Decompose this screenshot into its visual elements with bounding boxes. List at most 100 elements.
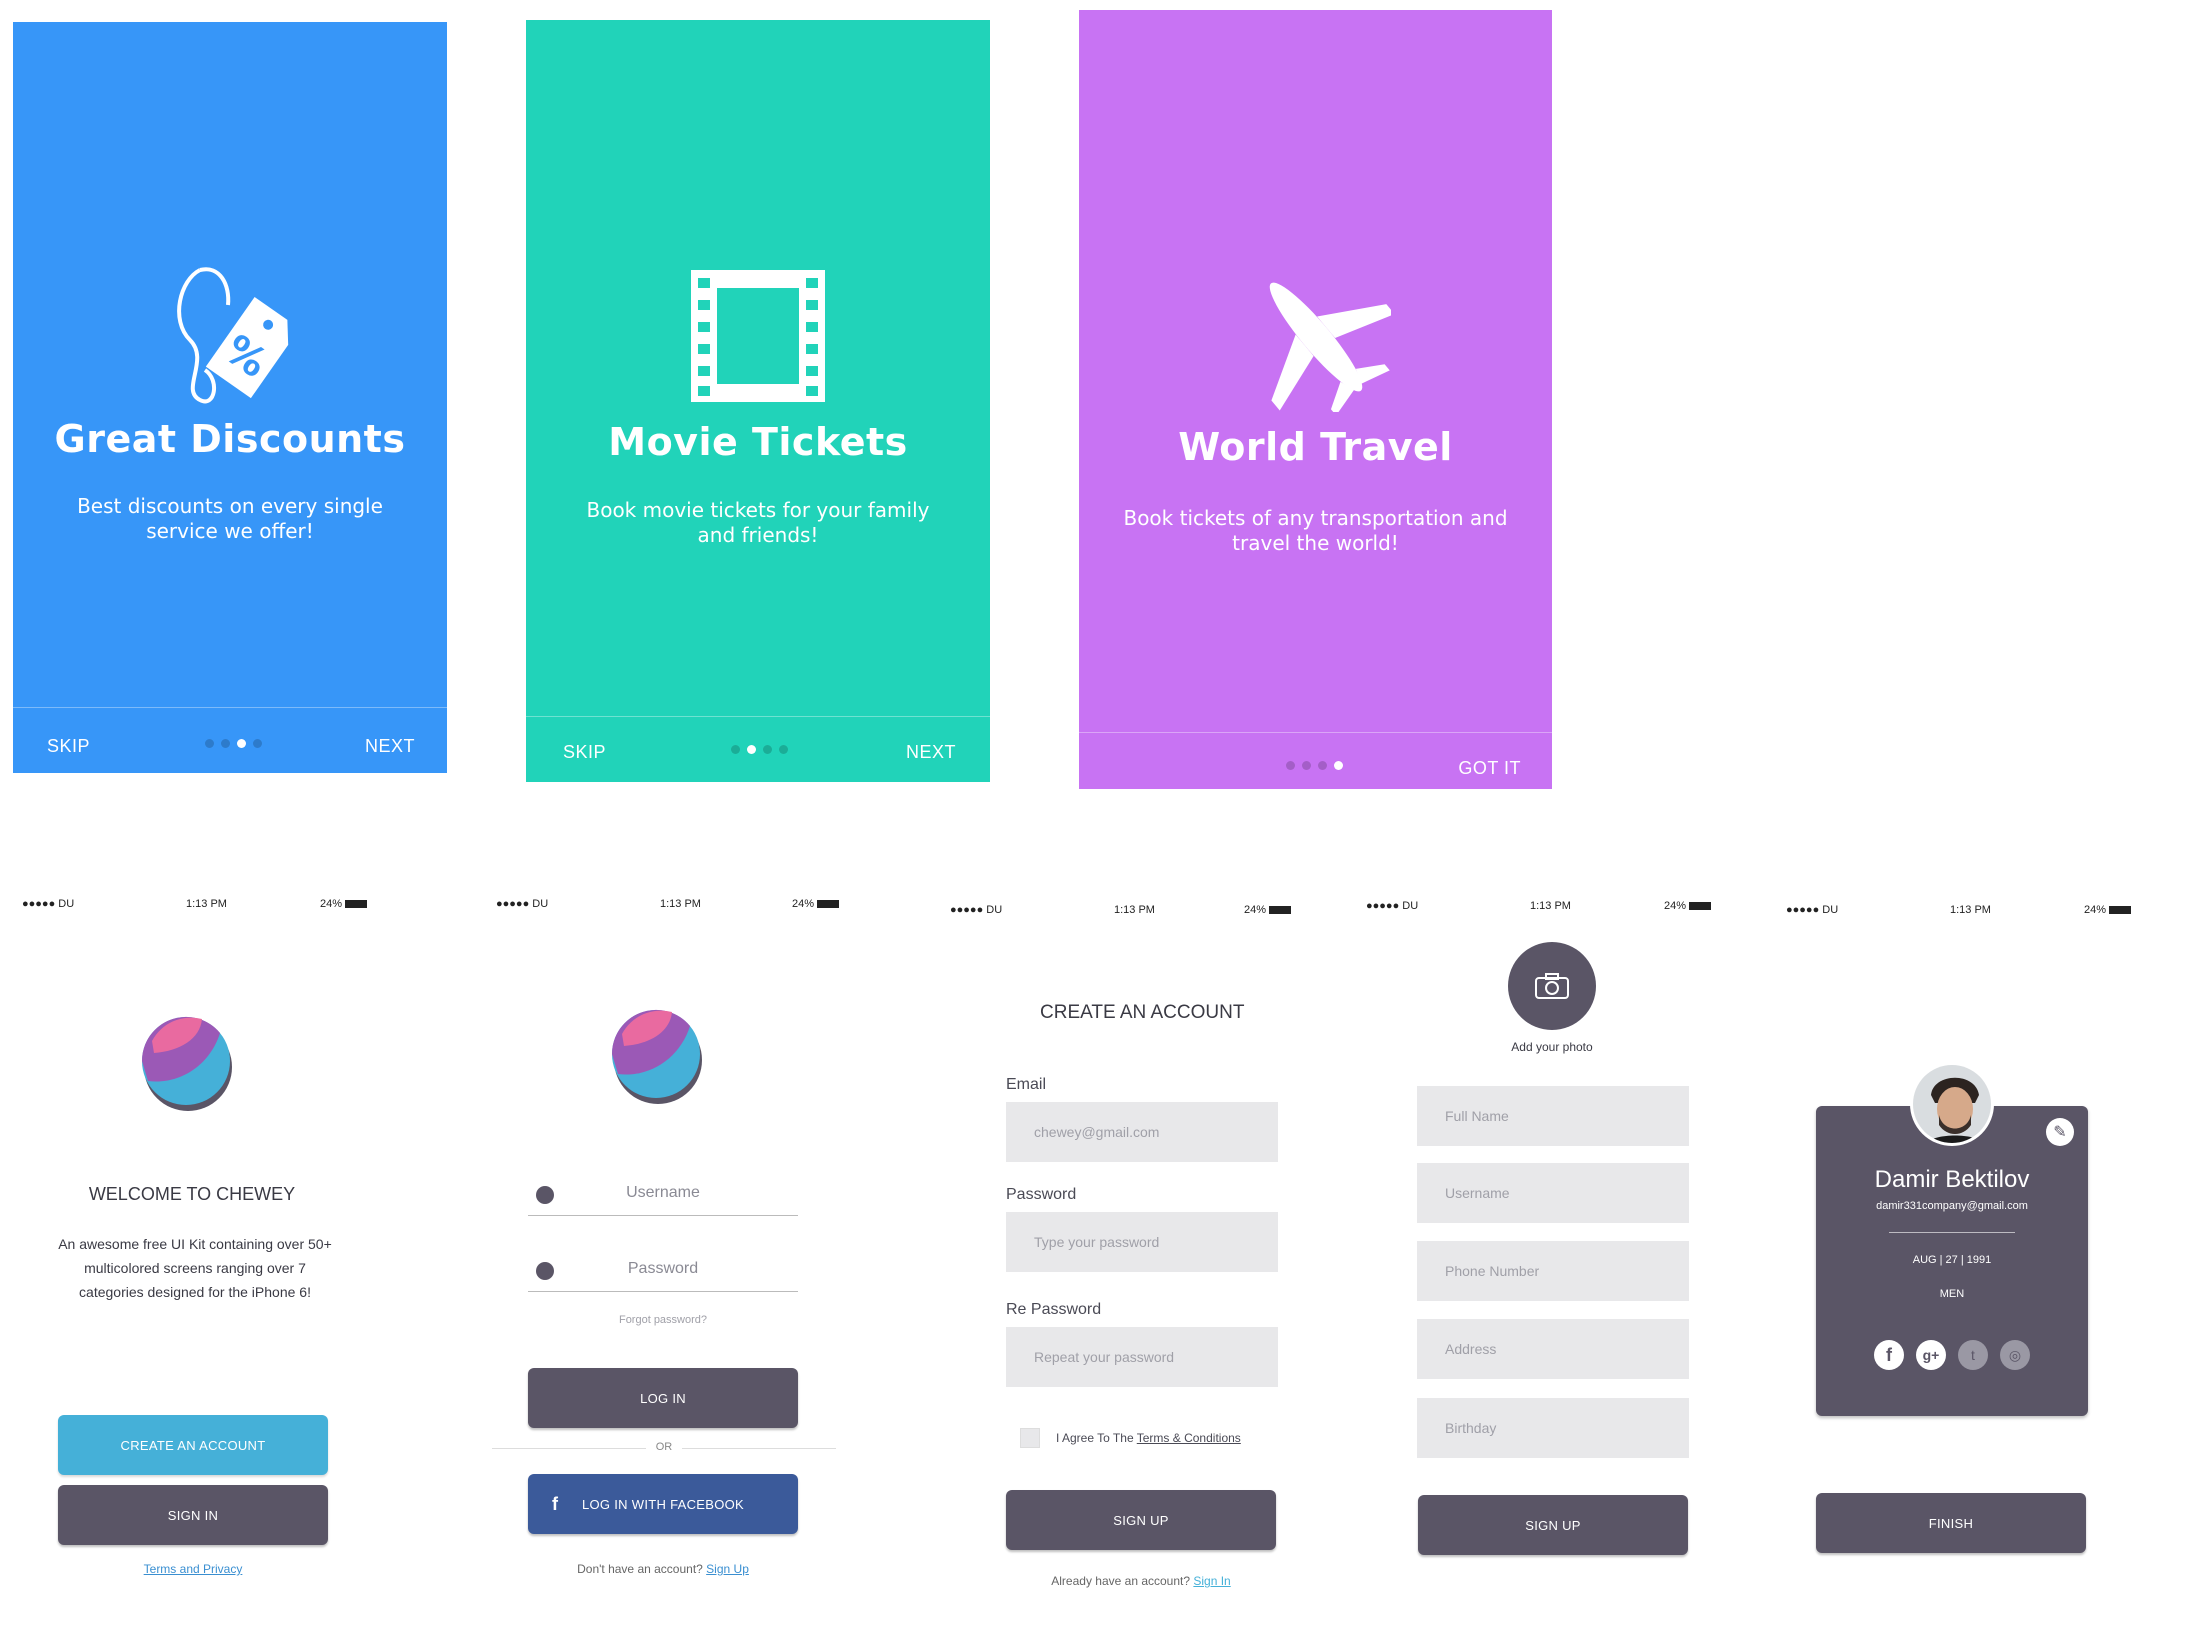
- terms-checkbox[interactable]: [1020, 1428, 1040, 1448]
- terms-link[interactable]: Terms and Privacy: [22, 1562, 364, 1576]
- no-account-text: Don't have an account?: [577, 1562, 703, 1576]
- page-dot[interactable]: [779, 745, 788, 754]
- pencil-icon: ✎: [2053, 1124, 2067, 1141]
- onboarding-screen-discounts: % Great Discounts Best discounts on ever…: [13, 22, 447, 773]
- skip-button[interactable]: SKIP: [47, 736, 90, 757]
- signin-prompt: Already have an account? Sign In: [1006, 1574, 1276, 1588]
- page-dot[interactable]: [1302, 761, 1311, 770]
- next-button[interactable]: NEXT: [906, 742, 956, 763]
- onboarding-title: Great Discounts: [54, 417, 406, 461]
- welcome-title: WELCOME TO CHEWEY: [88, 1184, 296, 1204]
- status-bar: ●●●●● DU 1:13 PM 24%: [950, 896, 1330, 922]
- chewey-logo: [140, 1015, 236, 1111]
- skip-button[interactable]: SKIP: [563, 742, 606, 763]
- page-dot-active[interactable]: [237, 739, 246, 748]
- page-dot[interactable]: [731, 745, 740, 754]
- battery-percent: 24%: [2084, 904, 2107, 916]
- page-dot[interactable]: [1286, 761, 1295, 770]
- onboarding-screen-travel: World Travel Book tickets of any transpo…: [1079, 10, 1552, 789]
- phone-number-field[interactable]: Phone Number: [1417, 1241, 1689, 1301]
- battery-icon: [1269, 906, 1292, 915]
- password-label: Password: [1006, 1186, 1077, 1203]
- log-in-button[interactable]: LOG IN: [528, 1368, 798, 1428]
- username-input[interactable]: Username: [528, 1180, 798, 1216]
- page-dot[interactable]: [205, 739, 214, 748]
- onboarding-subtitle: Book tickets of any transportation and t…: [1123, 506, 1508, 555]
- clock-text: 1:13 PM: [1950, 904, 1991, 916]
- battery-icon: [2109, 906, 2132, 915]
- profile-email: damir331company@gmail.com: [1876, 1200, 2028, 1212]
- sign-up-button[interactable]: SIGN UP: [1418, 1495, 1688, 1555]
- profile-name: Damir Bektilov: [1874, 1166, 2030, 1193]
- next-button[interactable]: NEXT: [365, 736, 415, 757]
- onboarding-subtitle: Best discounts on every single service w…: [77, 494, 383, 543]
- edit-button[interactable]: ✎: [2046, 1118, 2074, 1146]
- add-photo-label: Add your photo: [1511, 1040, 1593, 1054]
- sign-up-button[interactable]: SIGN UP: [1006, 1490, 1276, 1550]
- status-bar: ●●●●● DU 1:13 PM 24%: [1366, 892, 1746, 918]
- onboarding-screen-movies: Movie Tickets Book movie tickets for you…: [526, 20, 990, 782]
- got-it-button[interactable]: GOT IT: [1458, 758, 1521, 779]
- status-bar: ●●●●● DU 1:13 PM 24%: [22, 890, 402, 916]
- page-dot-active[interactable]: [1334, 761, 1343, 770]
- social-links: f g+ t ◎: [1874, 1340, 2030, 1370]
- birthday-field[interactable]: Birthday: [1417, 1398, 1689, 1458]
- clock-text: 1:13 PM: [1530, 900, 1571, 912]
- have-account-text: Already have an account?: [1051, 1574, 1191, 1588]
- full-name-field[interactable]: Full Name: [1417, 1086, 1689, 1146]
- password-field[interactable]: Type your password: [1006, 1212, 1278, 1272]
- status-bar: ●●●●● DU 1:13 PM 24%: [496, 890, 876, 916]
- page-dot[interactable]: [221, 739, 230, 748]
- agree-text: I Agree To The: [1056, 1431, 1134, 1445]
- name-divider: [1889, 1232, 2015, 1233]
- twitter-icon[interactable]: t: [1958, 1340, 1988, 1370]
- email-field[interactable]: chewey@gmail.com: [1006, 1102, 1278, 1162]
- page-dot[interactable]: [1318, 761, 1327, 770]
- finish-button[interactable]: FINISH: [1816, 1493, 2086, 1553]
- create-account-button[interactable]: CREATE AN ACCOUNT: [58, 1415, 328, 1475]
- repassword-field[interactable]: Repeat your password: [1006, 1327, 1278, 1387]
- status-bar: ●●●●● DU 1:13 PM 24%: [1786, 896, 2166, 922]
- forgot-password-link[interactable]: Forgot password?: [528, 1314, 798, 1326]
- page-dot[interactable]: [253, 739, 262, 748]
- battery-percent: 24%: [320, 898, 343, 910]
- footer-divider: [1079, 732, 1552, 733]
- profile-card: ✎ Damir Bektilov damir331company@gmail.c…: [1816, 1106, 2088, 1416]
- footer-divider: [526, 716, 990, 717]
- profile-gender: MEN: [1939, 1288, 1965, 1300]
- password-input[interactable]: Password: [528, 1256, 798, 1292]
- facebook-login-button[interactable]: f LOG IN WITH FACEBOOK: [528, 1474, 798, 1534]
- facebook-icon[interactable]: f: [1874, 1340, 1904, 1370]
- profile-form-screen: ●●●●● DU 1:13 PM 24% Add your photo Full…: [1366, 890, 1746, 1590]
- facebook-icon: f: [552, 1493, 559, 1514]
- sign-in-link[interactable]: Sign In: [1193, 1574, 1230, 1588]
- instagram-icon[interactable]: ◎: [2000, 1340, 2030, 1370]
- password-placeholder: Password: [627, 1260, 699, 1277]
- clock-text: 1:13 PM: [186, 898, 227, 910]
- sign-up-link[interactable]: Sign Up: [706, 1562, 749, 1576]
- battery-icon: [345, 900, 368, 909]
- battery-percent: 24%: [792, 898, 815, 910]
- facebook-login-label: LOG IN WITH FACEBOOK: [581, 1496, 745, 1512]
- terms-conditions-link[interactable]: Terms & Conditions: [1137, 1431, 1241, 1445]
- add-photo-button[interactable]: [1508, 942, 1596, 1030]
- create-account-screen: ●●●●● DU 1:13 PM 24% CREATE AN ACCOUNT E…: [950, 890, 1330, 1590]
- page-indicator: [205, 739, 262, 748]
- signup-prompt: Don't have an account? Sign Up: [528, 1562, 798, 1576]
- sign-in-button[interactable]: SIGN IN: [58, 1485, 328, 1545]
- terms-agreement: I Agree To The Terms & Conditions: [1056, 1431, 1241, 1445]
- battery-indicator: 24%: [320, 898, 368, 910]
- address-field[interactable]: Address: [1417, 1319, 1689, 1379]
- username-field[interactable]: Username: [1417, 1163, 1689, 1223]
- page-dot-active[interactable]: [747, 745, 756, 754]
- carrier-text: ●●●●● DU: [1786, 904, 1839, 916]
- page-dot[interactable]: [763, 745, 772, 754]
- camera-icon: [1535, 973, 1569, 999]
- or-text: OR: [646, 1441, 682, 1453]
- google-plus-icon[interactable]: g+: [1916, 1340, 1946, 1370]
- welcome-description: An awesome free UI Kit containing over 5…: [58, 1236, 332, 1300]
- page-indicator: [731, 745, 788, 754]
- clock-text: 1:13 PM: [660, 898, 701, 910]
- airplane-icon: [1241, 262, 1395, 416]
- battery-indicator: 24%: [1244, 904, 1292, 916]
